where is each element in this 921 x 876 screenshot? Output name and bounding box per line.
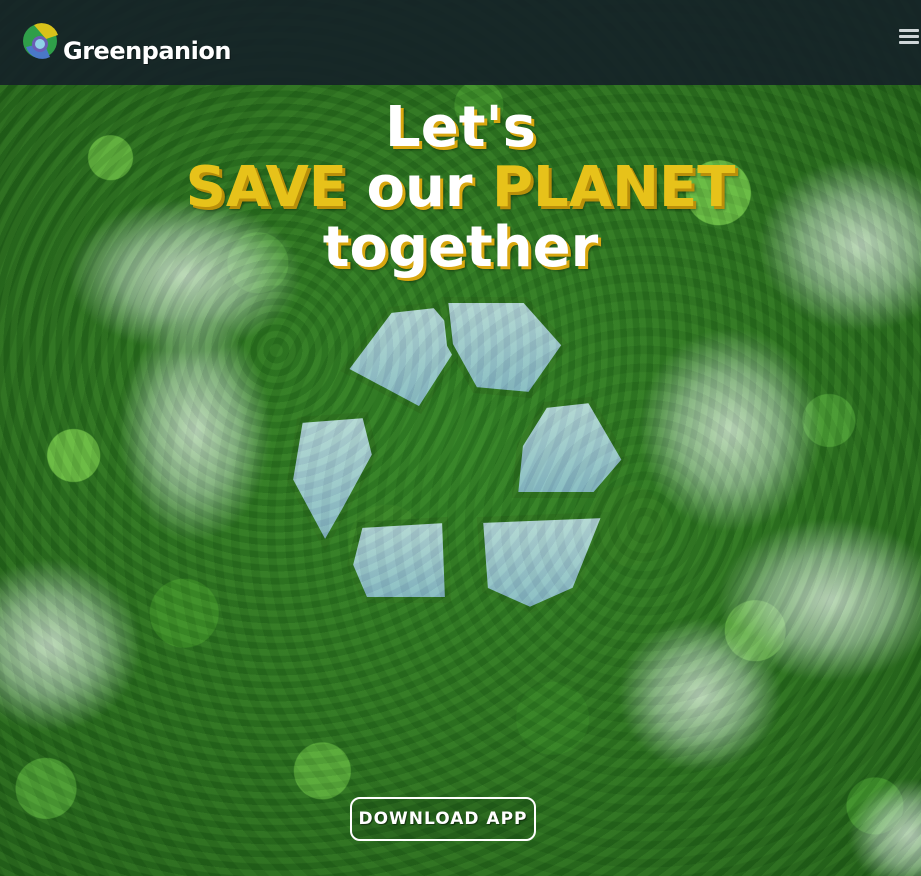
headline-line-2: SAVE our PLANET <box>0 158 921 218</box>
cloud <box>620 620 780 770</box>
download-app-button[interactable]: DOWNLOAD APP <box>350 797 536 841</box>
brand-name: Greenpanion <box>63 37 231 65</box>
headline-save-word: SAVE <box>185 155 348 220</box>
brand-logo[interactable]: Greenpanion <box>20 15 231 65</box>
cloud <box>0 560 140 730</box>
cloud <box>120 320 270 540</box>
hero-headline: Let's SAVE our PLANET together <box>0 98 921 278</box>
hamburger-menu-icon <box>899 29 919 32</box>
recycle-lakes-icon <box>286 297 629 614</box>
headline-our-word: our <box>366 155 473 220</box>
top-navigation-bar: Greenpanion <box>0 0 921 85</box>
headline-line-3: together <box>322 215 599 280</box>
cloud <box>640 330 820 530</box>
hamburger-menu-button[interactable] <box>897 26 921 50</box>
headline-line-1: Let's <box>385 95 536 160</box>
headline-planet-word: PLANET <box>492 155 736 220</box>
greenpanion-logo-icon <box>23 23 58 59</box>
landing-page: Greenpanion Let's SAVE our PLANET togeth… <box>0 0 921 876</box>
cloud <box>850 780 921 876</box>
cloud <box>720 520 921 680</box>
